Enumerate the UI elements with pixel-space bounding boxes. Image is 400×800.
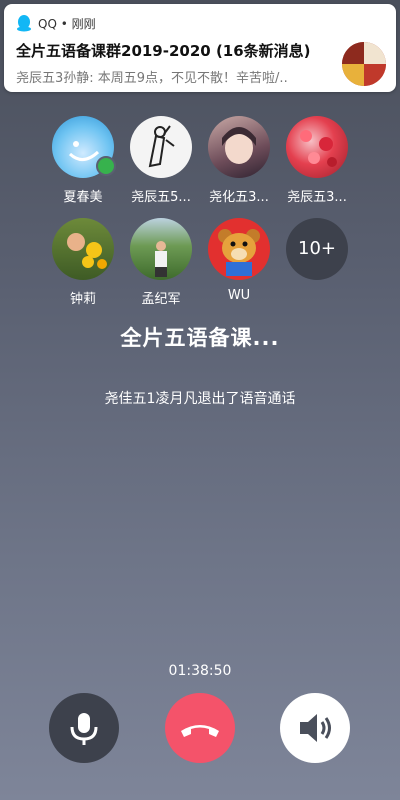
notification-card[interactable]: QQ • 刚刚 全片五语备课群2019-2020 (16条新消息) 尧辰五3孙静… <box>4 4 396 92</box>
phone-hangup-icon <box>181 725 219 737</box>
participant-avatar <box>130 116 192 178</box>
participant[interactable]: 孟纪军 <box>121 218 201 307</box>
microphone-button[interactable] <box>49 693 119 763</box>
notification-body: 尧辰五3孙静: 本周五9点，不见不散！辛苦啦/.. <box>16 71 288 86</box>
participant-name: 钟莉 <box>69 292 96 307</box>
call-timer: 01:38:50 <box>168 663 232 679</box>
participant-avatar <box>286 116 348 178</box>
participant-name: WU <box>227 288 251 303</box>
participant[interactable]: 夏春美 <box>43 116 123 205</box>
speaking-indicator-icon <box>96 156 116 176</box>
participant-name: 尧辰五3... <box>287 190 347 205</box>
participant-name: 夏春美 <box>63 190 103 205</box>
more-participants-button[interactable]: 10+ <box>277 218 357 280</box>
call-group-name: 全片五语备课... <box>120 326 280 350</box>
participant-avatar <box>52 116 116 178</box>
participant-avatar <box>130 218 192 280</box>
notification-app-row: QQ • 刚刚 <box>16 12 384 34</box>
hang-up-button[interactable] <box>165 693 235 763</box>
participant-avatar <box>52 218 114 280</box>
call-event-text: 尧佳五1凌月凡退出了语音通话 <box>104 391 296 407</box>
participant-name: 尧辰五5... <box>131 190 191 205</box>
participant-name: 孟纪军 <box>141 292 181 307</box>
notification-title: 全片五语备课群2019-2020 (16条新消息) <box>16 42 311 60</box>
participant-avatar <box>208 218 270 280</box>
group-avatar <box>342 42 386 86</box>
more-participants-count: 10+ <box>286 218 348 280</box>
speaker-icon <box>300 714 331 742</box>
participant-avatar <box>208 116 270 178</box>
microphone-icon <box>70 713 98 745</box>
participant[interactable]: 尧化五3... <box>199 116 279 205</box>
participant[interactable]: 尧辰五5... <box>121 116 201 205</box>
speaker-button[interactable] <box>280 693 350 763</box>
notification-app-label: QQ • 刚刚 <box>38 16 96 31</box>
participant-name: 尧化五3... <box>209 190 269 205</box>
participant[interactable]: 尧辰五3... <box>277 116 357 205</box>
qq-penguin-icon <box>17 15 31 32</box>
participant[interactable]: 钟莉 <box>43 218 123 307</box>
participant[interactable]: WU <box>199 218 279 303</box>
